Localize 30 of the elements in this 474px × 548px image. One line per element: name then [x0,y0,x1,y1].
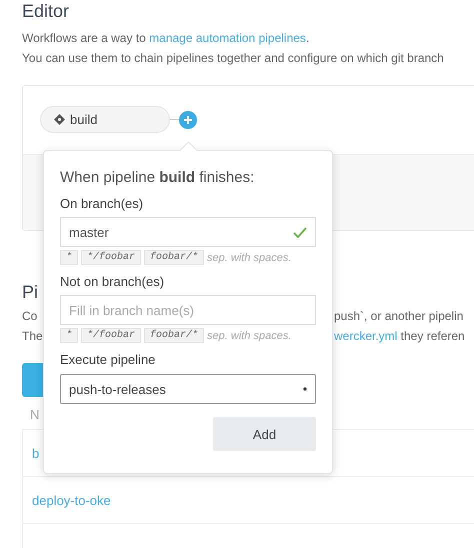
input-field[interactable]: Fill in branch name(s) [60,295,316,325]
pipeline-node[interactable]: build [40,106,170,133]
diamond-icon [54,114,65,125]
hint-chip[interactable]: * [60,250,78,265]
hint-text: sep. with spaces. [207,252,292,264]
checkmark-icon [293,227,307,238]
hint-chip[interactable]: foobar/* [144,250,204,265]
pipeline-select[interactable]: push-to-releases [60,374,316,404]
page-title: Editor [22,0,70,23]
column-header: N [30,407,40,424]
popup-heading: When pipeline build finishes: [60,169,256,188]
field-label: Not on branch(es) [60,274,166,291]
hint-chip[interactable]: */foobar [81,328,142,343]
field-label: On branch(es) [60,196,144,213]
add-button[interactable]: Add [213,417,316,451]
hint-text: sep. with spaces. [207,330,292,342]
hint-chip[interactable]: */foobar [81,250,142,265]
intro-text: You can use them to chain pipelines together and configure on which git branch [22,50,445,67]
hint-chip[interactable]: foobar/* [144,328,204,343]
description-text: push`, or another pipelin [334,308,464,325]
intro-text: Workflows are a way to manage automation pipelines. [22,30,310,47]
section-title: Pi [22,282,38,304]
description-text: The [22,328,43,345]
add-icon[interactable] [179,110,197,128]
hint-chip[interactable]: * [60,328,78,343]
input-field[interactable]: master [60,217,316,247]
description-text: Co [22,308,38,325]
description-text: wercker.yml they referen [334,328,465,345]
field-label: Execute pipeline [60,352,156,369]
dropdown-icon [303,387,307,391]
